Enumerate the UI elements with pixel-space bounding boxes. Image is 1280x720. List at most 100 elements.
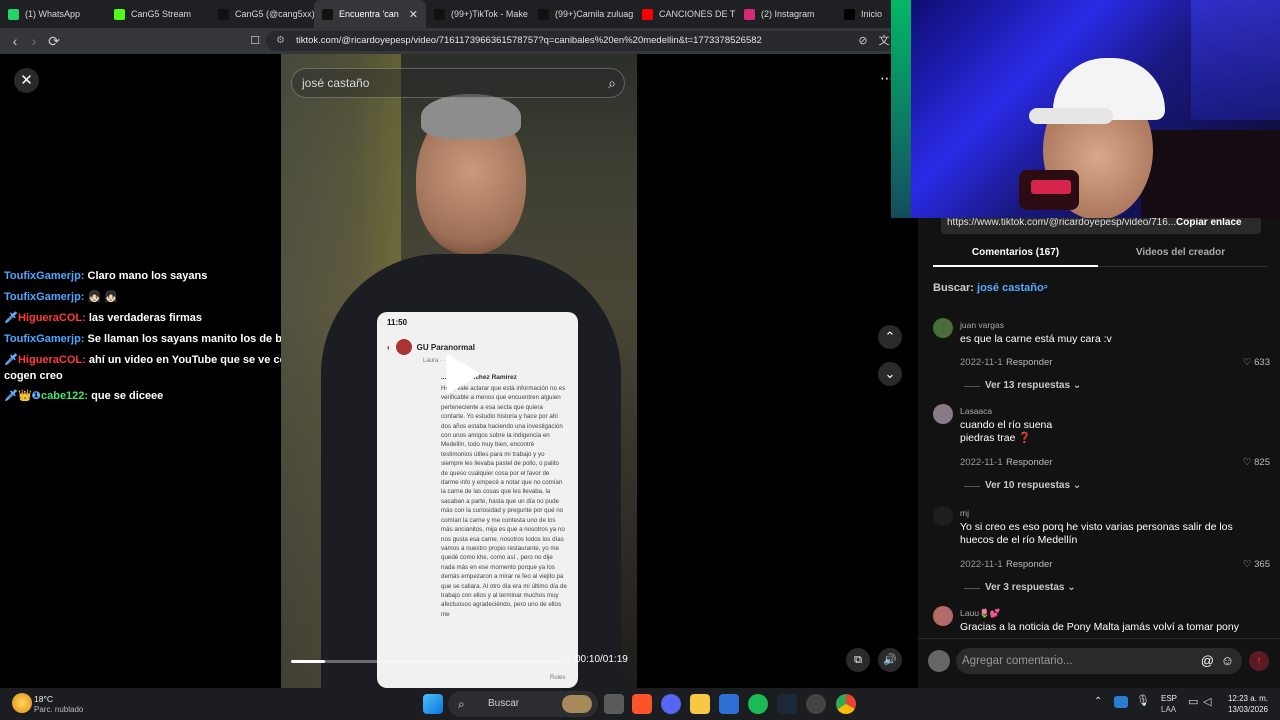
tray-app-icon[interactable] <box>1114 696 1128 708</box>
video-player[interactable]: 11:50 ‹ GU Paranormal Laura · · 1h · ...… <box>281 54 637 688</box>
volume-icon[interactable]: 🔊 <box>878 648 902 672</box>
webcam-chair <box>1141 130 1280 218</box>
tray-overflow-icon[interactable]: ⌃ <box>1094 696 1102 707</box>
comment-username[interactable]: Laʊʊ🌷💕 <box>960 608 1000 619</box>
browser-tab[interactable]: (2) Instagram <box>736 0 836 28</box>
back-icon[interactable]: ‹ <box>6 32 24 50</box>
reply-button[interactable]: Responder <box>1006 559 1052 570</box>
weather-desc: Parc. nublado <box>34 705 84 714</box>
tab-comments[interactable]: Comentarios (167) <box>933 242 1098 264</box>
play-icon[interactable] <box>444 354 480 394</box>
reply-button[interactable]: Responder <box>1006 457 1052 468</box>
comment-text: es que la carne está muy cara :v <box>960 333 1112 345</box>
replies-divider <box>964 486 980 487</box>
task-view-icon[interactable] <box>604 694 624 714</box>
floating-player-button[interactable]: ⧉ <box>846 648 870 672</box>
chat-username[interactable]: cabe122: <box>41 390 88 402</box>
windows-start-icon[interactable] <box>423 694 443 714</box>
phone-footer: Rules <box>550 675 566 681</box>
search-hint-term[interactable]: josé castaño <box>977 282 1044 294</box>
language-indicator[interactable]: ESP <box>1161 694 1177 703</box>
volume-tray-icon[interactable]: ◁ <box>1203 695 1211 708</box>
x-icon <box>844 8 855 20</box>
emoji-icon[interactable]: ☺ <box>1221 648 1234 674</box>
like-button[interactable]: ♡ 825 <box>1243 457 1270 468</box>
like-button[interactable]: ♡ 365 <box>1243 559 1270 570</box>
clock-time[interactable]: 12:23 a. m. <box>1226 694 1268 703</box>
comment-avatar[interactable] <box>933 404 953 424</box>
comment-username[interactable]: juan vargas <box>960 320 1004 330</box>
browser-tab[interactable]: (99+)TikTok - Make <box>426 0 530 28</box>
browser-tab[interactable]: (99+)Camila zuluag <box>530 0 634 28</box>
brave-icon[interactable] <box>632 694 652 714</box>
view-replies-button[interactable]: Ver 13 respuestas ⌄ <box>985 380 1081 391</box>
send-comment-button[interactable]: ↑ <box>1249 651 1269 671</box>
browser-tab[interactable]: CanG5 Stream <box>106 0 210 28</box>
video-progress-bar[interactable] <box>291 660 563 663</box>
close-tab-icon[interactable]: ✕ <box>409 8 418 21</box>
obs-icon[interactable] <box>806 694 826 714</box>
like-count: 365 <box>1254 559 1270 570</box>
store-icon[interactable] <box>719 694 739 714</box>
chevron-down-icon: ⌄ <box>1070 480 1082 491</box>
comment-avatar[interactable] <box>933 506 953 526</box>
next-video-button[interactable]: ⌄ <box>878 362 902 386</box>
chrome-icon[interactable] <box>836 694 856 714</box>
tab-creator-videos[interactable]: Videos del creador <box>1098 242 1263 264</box>
search-icon[interactable]: ⌕ <box>608 69 616 97</box>
browser-tab[interactable]: Inicio / X <box>836 0 884 28</box>
chat-username[interactable]: ToufixGamerjp: <box>4 291 84 303</box>
view-replies-button[interactable]: Ver 3 respuestas ⌄ <box>985 582 1076 593</box>
spotify-icon[interactable] <box>748 694 768 714</box>
comment-text: cuando el río suena piedras trae ❓ <box>960 419 1053 444</box>
chat-username[interactable]: HigueraCOL: <box>18 354 86 366</box>
browser-tab-label: (2) Instagram <box>761 9 815 19</box>
eye-off-icon[interactable]: ⊘ <box>854 32 872 50</box>
youtube-icon <box>642 8 653 20</box>
close-video-button[interactable]: ✕ <box>14 68 39 93</box>
like-button[interactable]: ♡ 633 <box>1243 357 1270 368</box>
chat-username[interactable]: HigueraCOL: <box>18 312 86 324</box>
address-bar[interactable]: ⚙ tiktok.com/@ricardoyepesp/video/716117… <box>266 31 894 51</box>
mention-icon[interactable]: @ <box>1201 648 1214 674</box>
webcam-overlay <box>891 0 1280 218</box>
comment-avatar[interactable] <box>933 318 953 338</box>
comment-username[interactable]: Lasaaca <box>960 406 992 416</box>
browser-tab-label: (99+)Camila zuluag <box>555 9 634 19</box>
chat-username[interactable]: ToufixGamerjp: <box>4 270 84 282</box>
network-icon[interactable]: ▭ <box>1188 695 1198 708</box>
forward-icon[interactable]: › <box>25 32 43 50</box>
add-comment-input[interactable]: Agregar comentario... @ ☺ <box>956 648 1242 674</box>
reload-icon[interactable]: ⟳ <box>45 32 63 50</box>
comment-avatar[interactable] <box>933 606 953 626</box>
discord-icon[interactable] <box>661 694 681 714</box>
file-explorer-icon[interactable] <box>690 694 710 714</box>
bookmark-icon[interactable]: ☐ <box>246 32 264 50</box>
chat-badge: 🗡 <box>4 354 18 366</box>
chat-username[interactable]: ToufixGamerjp: <box>4 333 84 345</box>
view-replies-label: Ver 10 respuestas <box>985 480 1071 491</box>
heart-icon: ♡ <box>1242 457 1255 468</box>
search-highlight-image <box>562 695 592 713</box>
video-search-input[interactable]: josé castaño ⌕ <box>291 68 625 98</box>
browser-tab[interactable]: CanG5 (@cang5xx) <box>210 0 314 28</box>
browser-tab[interactable]: CANCIONES DE TER <box>634 0 736 28</box>
browser-tab-label: Inicio / X <box>861 9 884 19</box>
browser-tab[interactable]: (1) WhatsApp <box>0 0 106 28</box>
view-replies-button[interactable]: Ver 10 respuestas ⌄ <box>985 480 1081 491</box>
site-info-icon[interactable]: ⚙ <box>276 31 285 51</box>
weather-icon[interactable] <box>12 693 32 713</box>
comment-username[interactable]: mj <box>960 508 969 518</box>
taskbar-search[interactable]: ⌕ Buscar <box>448 691 598 717</box>
chat-text: las verdaderas firmas <box>88 312 203 324</box>
view-replies-label: Ver 3 respuestas <box>985 582 1065 593</box>
replies-divider <box>964 588 980 589</box>
steam-icon[interactable] <box>777 694 797 714</box>
previous-video-button[interactable]: ⌃ <box>878 325 902 349</box>
browser-tab[interactable]: Encuentra 'can ✕ <box>314 0 426 28</box>
comment-list: juan vargas es que la carne está muy cara… <box>918 310 1280 635</box>
reply-button[interactable]: Responder <box>1006 357 1052 368</box>
share-link-text: https://www.tiktok.com/@ricardoyepesp/vi… <box>947 217 1177 228</box>
chat-message: ToufixGamerjp: Se llaman los sayans mani… <box>4 331 326 347</box>
microphone-icon[interactable]: 🎙 <box>1136 694 1150 707</box>
